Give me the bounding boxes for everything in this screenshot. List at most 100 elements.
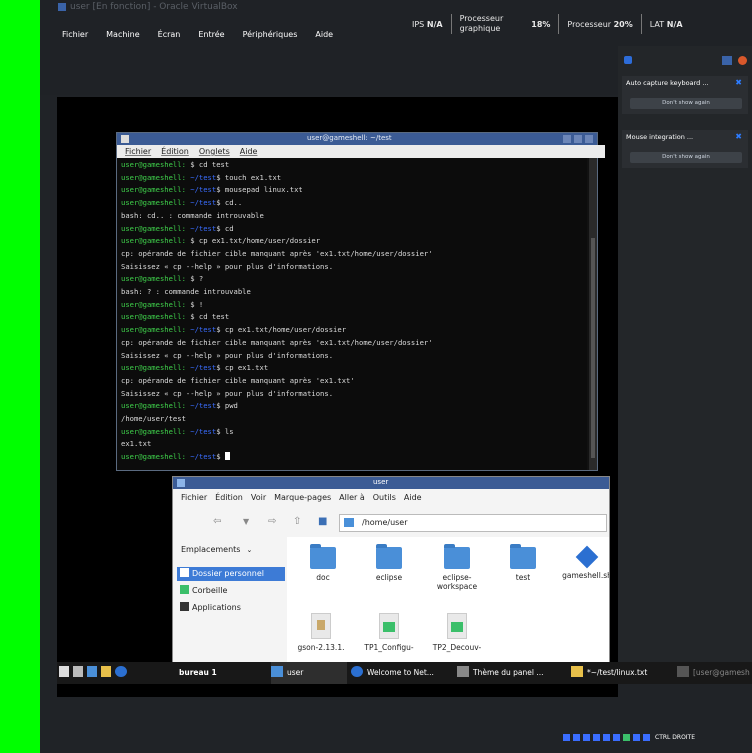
task-terminal[interactable]: [user@gamesh xyxy=(677,662,752,684)
menu-aller-a[interactable]: Aller à xyxy=(339,493,365,502)
prompt-user: user@gameshell: xyxy=(121,198,186,208)
dont-show-again-button[interactable]: Don't show again xyxy=(630,98,742,109)
shared-folder-icon[interactable] xyxy=(613,734,620,741)
task-browser[interactable]: Welcome to Net... xyxy=(351,662,451,684)
task-user[interactable]: user xyxy=(271,662,347,684)
file-item[interactable]: eclipse xyxy=(359,544,419,582)
menu-aide[interactable]: Aide xyxy=(315,30,333,39)
file-manager-window[interactable]: user Fichier Édition Voir Marque-pages A… xyxy=(172,476,610,668)
file-grid[interactable]: doc eclipse eclipse-workspace test games… xyxy=(287,537,609,667)
up-icon[interactable]: ⇧ xyxy=(293,516,301,527)
command-text: $ cd.. xyxy=(216,198,243,208)
display-icon[interactable] xyxy=(623,734,630,741)
notification-mouse: Mouse integration ... ✖ Don't show again xyxy=(622,130,748,168)
disk-icon[interactable] xyxy=(563,734,570,741)
menu-marque-pages[interactable]: Marque-pages xyxy=(274,493,331,502)
chevron-down-icon[interactable]: ⌄ xyxy=(246,546,252,554)
sidebar-item-applications[interactable]: Applications xyxy=(177,601,285,615)
prompt-user: user@gameshell: xyxy=(121,426,186,436)
maximize-button[interactable] xyxy=(574,135,582,143)
close-icon[interactable] xyxy=(738,56,747,65)
file-item[interactable]: TP1_Configu- xyxy=(359,613,419,652)
terminal-window[interactable]: user@gameshell: ~/test Fichier Édition O… xyxy=(116,132,605,471)
minimize-button[interactable] xyxy=(563,135,571,143)
menu-aide[interactable]: Aide xyxy=(240,147,258,156)
terminal-line: cp: opérande de fichier cible manquant a… xyxy=(121,337,433,347)
prompt-dir: ~/test xyxy=(185,426,217,436)
files-icon[interactable] xyxy=(87,666,97,677)
file-manager-titlebar[interactable]: user xyxy=(173,477,609,489)
editor-icon[interactable] xyxy=(101,666,111,677)
network-icon[interactable] xyxy=(593,734,600,741)
menu-fichier[interactable]: Fichier xyxy=(62,30,88,39)
prompt-dir: ~/test xyxy=(185,325,217,335)
menu-machine[interactable]: Machine xyxy=(106,30,140,39)
close-button[interactable] xyxy=(585,135,593,143)
prompt-user: user@gameshell: xyxy=(121,312,186,322)
task-panel-theme[interactable]: Thème du panel ... xyxy=(457,662,563,684)
terminal-output[interactable]: user@gameshell: $ cd test user@gameshell:… xyxy=(117,158,587,470)
terminal-line: user@gameshell: ~/test$ pwd xyxy=(121,401,238,410)
task-mousepad[interactable]: *~/test/linux.txt xyxy=(571,662,667,684)
close-notification-icon[interactable]: ✖ xyxy=(735,78,742,87)
optical-icon[interactable] xyxy=(573,734,580,741)
terminal-line: Saisissez « cp --help » pour plus d'info… xyxy=(121,261,334,271)
prompt-dir: ~/test xyxy=(185,223,217,233)
window-buttons xyxy=(563,135,593,143)
recording-icon[interactable] xyxy=(633,734,640,741)
file-item[interactable]: doc xyxy=(293,544,353,582)
pause-icon[interactable] xyxy=(722,56,732,65)
path-input[interactable]: /home/user xyxy=(339,514,607,532)
file-item[interactable]: test xyxy=(493,544,553,582)
terminal-line: user@gameshell: $ cp ex1.txt/home/user/d… xyxy=(121,236,320,245)
workspace-switcher[interactable]: bureau 1 xyxy=(179,662,217,684)
sidebar-item-home[interactable]: Dossier personnel xyxy=(177,567,285,581)
terminal-line: Saisissez « cp --help » pour plus d'info… xyxy=(121,350,334,360)
menu-icon[interactable] xyxy=(59,666,69,677)
menu-ecran[interactable]: Écran xyxy=(158,30,181,39)
file-item[interactable]: gson-2.13.1. xyxy=(291,613,351,652)
menu-entree[interactable]: Entrée xyxy=(198,30,224,39)
menu-fichier[interactable]: Fichier xyxy=(181,493,207,502)
close-notification-icon[interactable]: ✖ xyxy=(735,132,742,141)
terminal-icon[interactable] xyxy=(73,666,83,677)
menu-onglets[interactable]: Onglets xyxy=(199,147,230,156)
chevron-down-icon[interactable]: ▼ xyxy=(243,517,249,526)
scrollbar-thumb[interactable] xyxy=(591,238,595,458)
terminal-icon xyxy=(677,666,689,677)
dont-show-again-button[interactable]: Don't show again xyxy=(630,152,742,163)
menu-edition[interactable]: Édition xyxy=(215,493,243,502)
forward-icon[interactable]: ⇨ xyxy=(268,516,276,527)
menu-aide[interactable]: Aide xyxy=(404,493,422,502)
terminal-titlebar[interactable]: user@gameshell: ~/test xyxy=(117,133,597,145)
performance-stats: IPS N/A Processeur graphique 18% Processe… xyxy=(412,14,683,34)
cpu-icon[interactable] xyxy=(643,734,650,741)
back-icon[interactable]: ⇦ xyxy=(213,516,221,527)
file-manager-toolbar: ⇦ ▼ ⇨ ⇧ ■ /home/user xyxy=(173,509,609,535)
sidebar-item-trash[interactable]: Corbeille xyxy=(177,584,285,598)
file-item[interactable]: TP2_Decouv- xyxy=(427,613,487,652)
prompt-user: user@gameshell: xyxy=(121,325,186,335)
terminal-scrollbar[interactable] xyxy=(589,158,597,470)
file-item[interactable]: eclipse-workspace xyxy=(427,544,487,591)
home-icon[interactable]: ■ xyxy=(318,516,327,527)
places-header[interactable]: Emplacements ⌄ xyxy=(181,545,252,554)
file-item[interactable]: gameshell.sh xyxy=(557,545,609,580)
menu-voir[interactable]: Voir xyxy=(251,493,266,502)
usb-icon[interactable] xyxy=(603,734,610,741)
notification-center-icon[interactable] xyxy=(624,56,632,64)
browser-icon[interactable] xyxy=(115,666,127,677)
panel-icons xyxy=(618,56,752,70)
terminal-line: ex1.txt xyxy=(121,439,152,449)
taskbar-launchers xyxy=(59,662,131,684)
terminal-line: user@gameshell: ~/test$ cd.. xyxy=(121,198,242,207)
menu-edition[interactable]: Édition xyxy=(161,147,189,156)
divider xyxy=(558,14,560,34)
terminal-line: /home/user/test xyxy=(121,414,186,423)
menu-peripheriques[interactable]: Périphériques xyxy=(243,30,298,39)
menu-fichier[interactable]: Fichier xyxy=(125,147,151,156)
terminal-line: user@gameshell: $ cd test xyxy=(121,160,229,169)
menu-outils[interactable]: Outils xyxy=(373,493,396,502)
audio-icon[interactable] xyxy=(583,734,590,741)
prompt-user: user@gameshell: xyxy=(121,274,186,284)
